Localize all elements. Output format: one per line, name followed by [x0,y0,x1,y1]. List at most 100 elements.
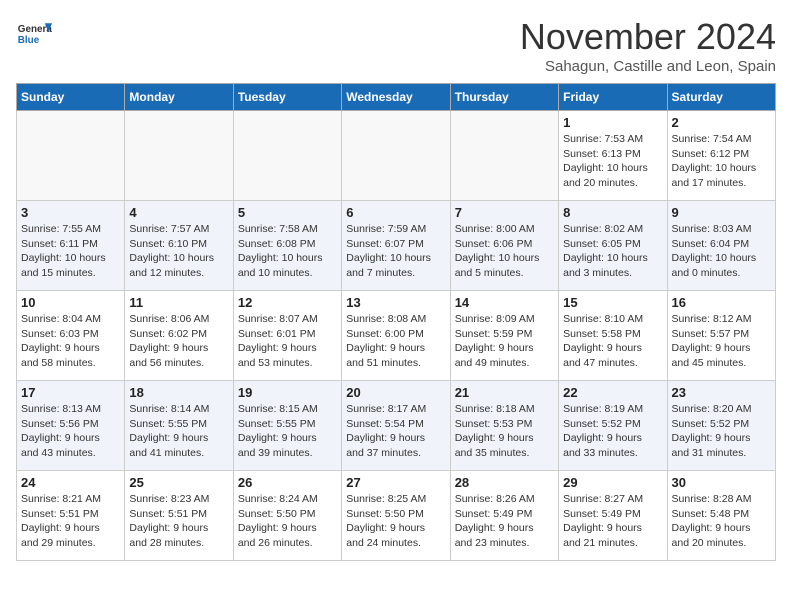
calendar-day-cell: 4Sunrise: 7:57 AMSunset: 6:10 PMDaylight… [125,201,233,291]
calendar-day-cell [450,111,558,201]
day-number: 7 [455,205,554,220]
day-number: 26 [238,475,337,490]
calendar-day-cell: 20 Sunrise: 8:17 AMSunset: 5:54 PMDayligh… [342,381,450,471]
logo: General Blue [16,16,52,52]
day-number: 5 [238,205,337,220]
calendar-day-cell: 29 Sunrise: 8:27 AMSunset: 5:49 PMDayligh… [559,471,667,561]
day-info: Sunrise: 8:27 AMSunset: 5:49 PMDaylight:… [563,492,662,551]
day-info: Sunrise: 8:25 AMSunset: 5:50 PMDaylight:… [346,492,445,551]
calendar-day-cell: 18 Sunrise: 8:14 AMSunset: 5:55 PMDayligh… [125,381,233,471]
day-info: Sunrise: 7:58 AMSunset: 6:08 PMDaylight:… [238,222,337,281]
day-number: 15 [563,295,662,310]
day-number: 3 [21,205,120,220]
day-info: Sunrise: 8:06 AMSunset: 6:02 PMDaylight:… [129,312,228,371]
day-number: 2 [672,115,771,130]
day-number: 21 [455,385,554,400]
day-number: 9 [672,205,771,220]
day-info: Sunrise: 8:08 AMSunset: 6:00 PMDaylight:… [346,312,445,371]
title-block: November 2024 Sahagun, Castille and Leon… [520,16,776,75]
calendar-day-cell: 25Sunrise: 8:23 AMSunset: 5:51 PMDayligh… [125,471,233,561]
weekday-header-row: SundayMondayTuesdayWednesdayThursdayFrid… [17,84,776,111]
day-number: 23 [672,385,771,400]
calendar-day-cell: 15 Sunrise: 8:10 AMSunset: 5:58 PMDayligh… [559,291,667,381]
day-info: Sunrise: 8:10 AMSunset: 5:58 PMDaylight:… [563,312,662,371]
day-number: 16 [672,295,771,310]
calendar-day-cell: 1Sunrise: 7:53 AMSunset: 6:13 PMDaylight… [559,111,667,201]
day-info: Sunrise: 8:26 AMSunset: 5:49 PMDaylight:… [455,492,554,551]
calendar-day-cell: 10 Sunrise: 8:04 AMSunset: 6:03 PMDayligh… [17,291,125,381]
calendar-day-cell: 9 Sunrise: 8:03 AMSunset: 6:04 PMDaylight… [667,201,775,291]
month-title: November 2024 [520,16,776,58]
day-number: 12 [238,295,337,310]
calendar-day-cell: 14 Sunrise: 8:09 AMSunset: 5:59 PMDayligh… [450,291,558,381]
day-info: Sunrise: 8:20 AMSunset: 5:52 PMDaylight:… [672,402,771,461]
day-number: 10 [21,295,120,310]
calendar-day-cell [125,111,233,201]
day-info: Sunrise: 8:17 AMSunset: 5:54 PMDaylight:… [346,402,445,461]
day-info: Sunrise: 8:14 AMSunset: 5:55 PMDaylight:… [129,402,228,461]
calendar-week-row: 3 Sunrise: 7:55 AMSunset: 6:11 PMDaylight… [17,201,776,291]
weekday-header-cell: Saturday [667,84,775,111]
calendar-day-cell: 23 Sunrise: 8:20 AMSunset: 5:52 PMDayligh… [667,381,775,471]
day-number: 29 [563,475,662,490]
calendar-week-row: 24Sunrise: 8:21 AMSunset: 5:51 PMDayligh… [17,471,776,561]
calendar-day-cell: 3 Sunrise: 7:55 AMSunset: 6:11 PMDaylight… [17,201,125,291]
calendar-day-cell: 7 Sunrise: 8:00 AMSunset: 6:06 PMDaylight… [450,201,558,291]
weekday-header-cell: Monday [125,84,233,111]
calendar-day-cell: 5 Sunrise: 7:58 AMSunset: 6:08 PMDaylight… [233,201,341,291]
calendar-day-cell: 26 Sunrise: 8:24 AMSunset: 5:50 PMDayligh… [233,471,341,561]
day-info: Sunrise: 8:13 AMSunset: 5:56 PMDaylight:… [21,402,120,461]
calendar-day-cell [342,111,450,201]
calendar-day-cell: 24Sunrise: 8:21 AMSunset: 5:51 PMDayligh… [17,471,125,561]
logo-icon: General Blue [16,16,52,52]
day-number: 13 [346,295,445,310]
calendar-day-cell: 17 Sunrise: 8:13 AMSunset: 5:56 PMDayligh… [17,381,125,471]
weekday-header-cell: Sunday [17,84,125,111]
day-number: 25 [129,475,228,490]
day-info: Sunrise: 8:12 AMSunset: 5:57 PMDaylight:… [672,312,771,371]
day-info: Sunrise: 8:00 AMSunset: 6:06 PMDaylight:… [455,222,554,281]
day-number: 17 [21,385,120,400]
page-header: General Blue November 2024 Sahagun, Cast… [16,16,776,75]
day-number: 28 [455,475,554,490]
calendar-day-cell: 30Sunrise: 8:28 AMSunset: 5:48 PMDayligh… [667,471,775,561]
day-number: 14 [455,295,554,310]
day-info: Sunrise: 8:03 AMSunset: 6:04 PMDaylight:… [672,222,771,281]
day-info: Sunrise: 8:09 AMSunset: 5:59 PMDaylight:… [455,312,554,371]
calendar-day-cell [233,111,341,201]
calendar-week-row: 17 Sunrise: 8:13 AMSunset: 5:56 PMDayligh… [17,381,776,471]
day-info: Sunrise: 8:04 AMSunset: 6:03 PMDaylight:… [21,312,120,371]
day-info: Sunrise: 8:18 AMSunset: 5:53 PMDaylight:… [455,402,554,461]
day-info: Sunrise: 7:55 AMSunset: 6:11 PMDaylight:… [21,222,120,281]
day-number: 24 [21,475,120,490]
weekday-header-cell: Thursday [450,84,558,111]
day-number: 1 [563,115,662,130]
calendar-body: 1Sunrise: 7:53 AMSunset: 6:13 PMDaylight… [17,111,776,561]
day-number: 18 [129,385,228,400]
day-info: Sunrise: 8:15 AMSunset: 5:55 PMDaylight:… [238,402,337,461]
calendar-week-row: 10 Sunrise: 8:04 AMSunset: 6:03 PMDayligh… [17,291,776,381]
day-info: Sunrise: 8:07 AMSunset: 6:01 PMDaylight:… [238,312,337,371]
calendar-day-cell [17,111,125,201]
calendar-day-cell: 11Sunrise: 8:06 AMSunset: 6:02 PMDayligh… [125,291,233,381]
day-number: 27 [346,475,445,490]
calendar-day-cell: 2Sunrise: 7:54 AMSunset: 6:12 PMDaylight… [667,111,775,201]
weekday-header-cell: Wednesday [342,84,450,111]
day-info: Sunrise: 8:19 AMSunset: 5:52 PMDaylight:… [563,402,662,461]
calendar-day-cell: 21 Sunrise: 8:18 AMSunset: 5:53 PMDayligh… [450,381,558,471]
calendar-day-cell: 13 Sunrise: 8:08 AMSunset: 6:00 PMDayligh… [342,291,450,381]
svg-text:Blue: Blue [18,35,40,46]
day-number: 19 [238,385,337,400]
day-info: Sunrise: 8:28 AMSunset: 5:48 PMDaylight:… [672,492,771,551]
day-number: 20 [346,385,445,400]
day-number: 22 [563,385,662,400]
calendar-day-cell: 22 Sunrise: 8:19 AMSunset: 5:52 PMDayligh… [559,381,667,471]
day-info: Sunrise: 7:59 AMSunset: 6:07 PMDaylight:… [346,222,445,281]
calendar-day-cell: 12 Sunrise: 8:07 AMSunset: 6:01 PMDayligh… [233,291,341,381]
day-info: Sunrise: 8:02 AMSunset: 6:05 PMDaylight:… [563,222,662,281]
weekday-header-cell: Tuesday [233,84,341,111]
day-number: 4 [129,205,228,220]
day-info: Sunrise: 8:24 AMSunset: 5:50 PMDaylight:… [238,492,337,551]
calendar-day-cell: 19 Sunrise: 8:15 AMSunset: 5:55 PMDayligh… [233,381,341,471]
calendar-day-cell: 28 Sunrise: 8:26 AMSunset: 5:49 PMDayligh… [450,471,558,561]
